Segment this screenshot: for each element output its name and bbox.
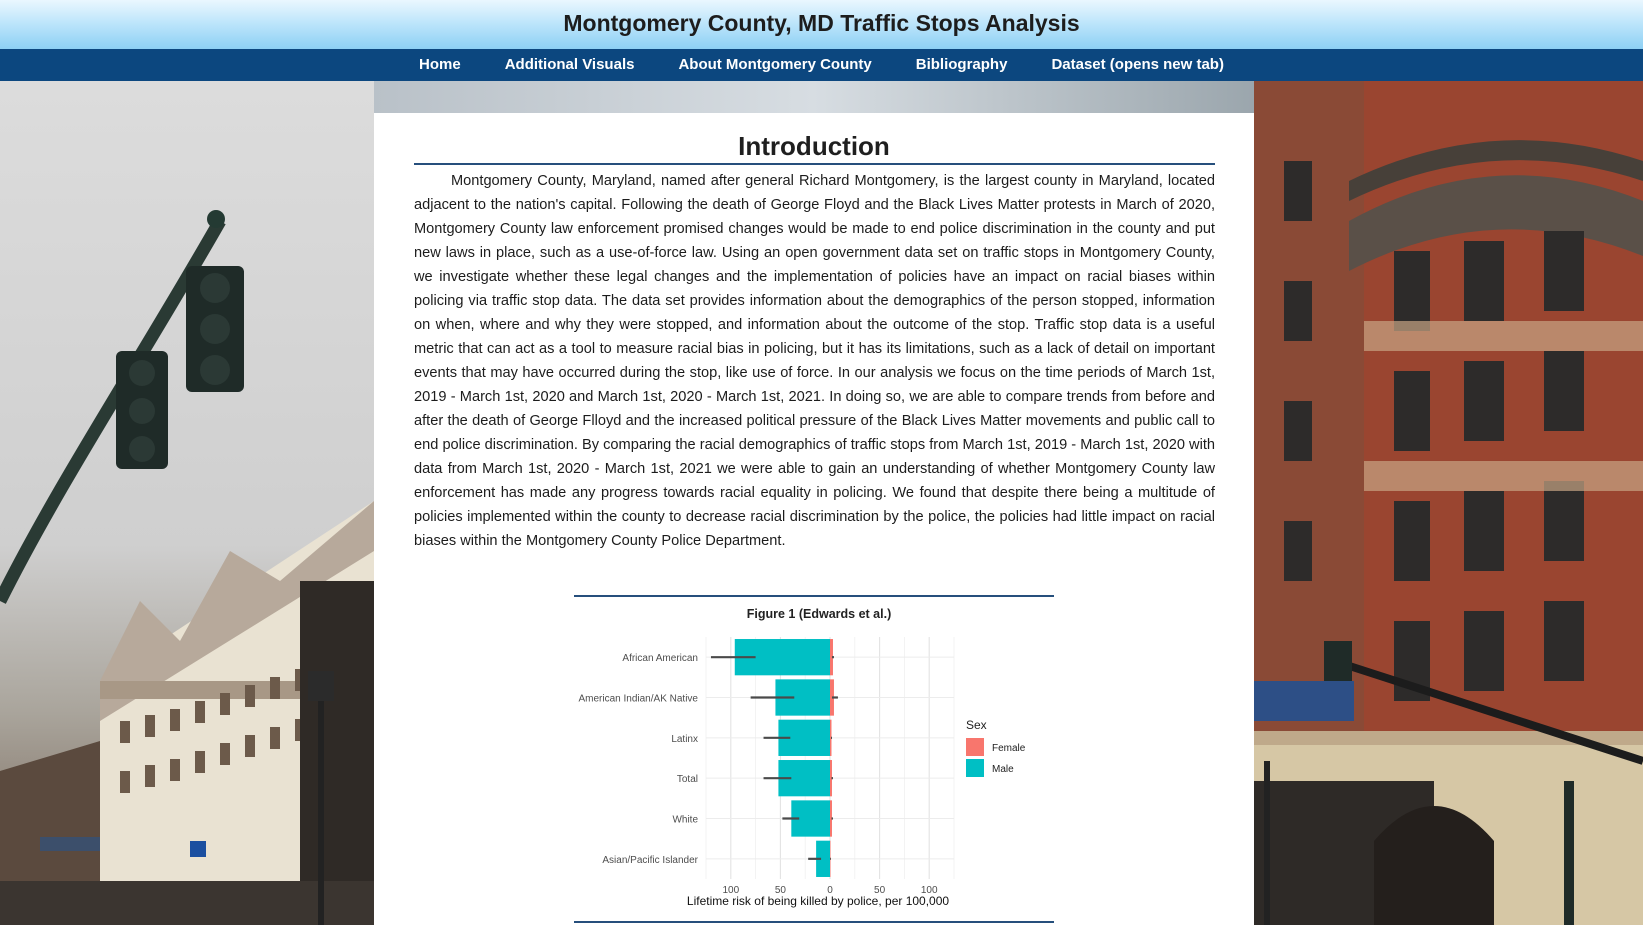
site-header: Montgomery County, MD Traffic Stops Anal…: [0, 0, 1643, 49]
y-tick-label: American Indian/AK Native: [578, 694, 698, 705]
figure-bottom-divider: [574, 921, 1054, 923]
nav-dataset-link[interactable]: Dataset (opens new tab): [1029, 49, 1246, 81]
title-divider: [414, 163, 1215, 165]
y-tick-label: Total: [677, 774, 698, 785]
y-tick-label: Latinx: [671, 734, 698, 745]
intro-paragraph: Montgomery County, Maryland, named after…: [414, 173, 1215, 549]
background-brick-building-photo: [1254, 81, 1643, 925]
background-town-center-photo: [0, 81, 374, 925]
traffic-light-scene: [0, 210, 374, 925]
legend-label-female: Female: [992, 743, 1026, 754]
section-title: Introduction: [738, 131, 890, 161]
chart-title: Figure 1 (Edwards et al.): [747, 607, 891, 621]
brick-building-scene: [1254, 81, 1643, 925]
legend-label-male: Male: [992, 764, 1014, 775]
main-content-card: Introduction Montgomery County, Maryland…: [374, 113, 1254, 925]
nav-home-link[interactable]: Home: [397, 49, 483, 81]
y-tick-label: White: [672, 815, 698, 826]
legend-title: Sex: [966, 718, 987, 732]
y-tick-label: African American: [622, 653, 698, 664]
chart-y-axis-labels: African American American Indian/AK Nativ…: [578, 653, 698, 866]
background-sky-strip: [374, 81, 1254, 113]
site-title: Montgomery County, MD Traffic Stops Anal…: [563, 10, 1080, 36]
nav-additional-visuals-link[interactable]: Additional Visuals: [483, 49, 657, 81]
figure-1-chart: Figure 1 (Edwards et al.) African Americ…: [578, 607, 1026, 908]
y-tick-label: Asian/Pacific Islander: [602, 855, 698, 866]
chart-x-axis-title: Lifetime risk of being killed by police,…: [687, 894, 949, 908]
legend-swatch-male: [966, 759, 984, 777]
legend-swatch-female: [966, 738, 984, 756]
nav-about-link[interactable]: About Montgomery County: [656, 49, 893, 81]
main-navbar: Home Additional Visuals About Montgomery…: [0, 49, 1643, 81]
chart-legend: Sex Female Male: [966, 718, 1026, 777]
figure-top-divider: [574, 595, 1054, 597]
nav-bibliography-link[interactable]: Bibliography: [894, 49, 1030, 81]
